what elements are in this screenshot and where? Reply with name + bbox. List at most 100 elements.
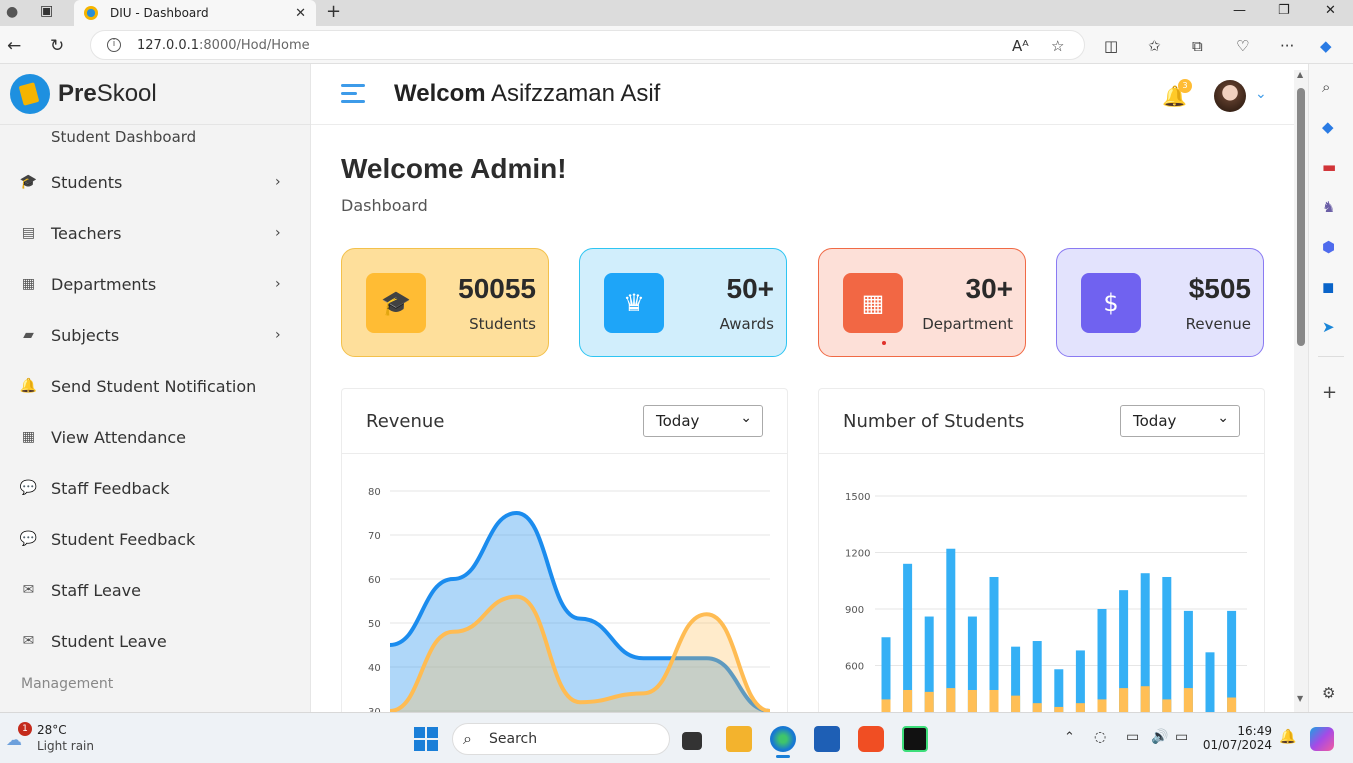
graduate-icon: 🎓 [366, 273, 426, 333]
microsoft-365-icon[interactable]: ⬢ [1322, 238, 1335, 256]
chevron-right-icon: › [275, 174, 281, 190]
sidebar-item-label: Student Feedback [51, 529, 196, 549]
sidebar-item-view-attendance[interactable]: ▦ View Attendance [0, 417, 311, 457]
sidebar-item-student-dashboard[interactable]: Student Dashboard [51, 128, 196, 146]
sidebar-item-label: Staff Feedback [51, 478, 170, 498]
clock[interactable]: 16:49 01/07/2024 [1200, 724, 1272, 752]
favorite-star-icon[interactable]: ☆ [1051, 37, 1064, 55]
sidebar-item-staff-feedback[interactable]: 💬 Staff Feedback [0, 468, 311, 508]
url-path: :8000/Hod/Home [199, 37, 310, 53]
time: 16:49 [1237, 724, 1272, 738]
stat-card-revenue[interactable]: $ $505 Revenue [1056, 248, 1264, 357]
students-chart: 600 900 1200 1500 [845, 492, 1247, 719]
back-icon[interactable]: ← [7, 36, 21, 56]
comments-icon: 💬 [19, 531, 38, 547]
sidebar-item-label: Students [51, 172, 123, 192]
scrollbar-thumb[interactable] [1297, 88, 1305, 346]
y-tick-label: 50 [368, 619, 381, 630]
stat-label: Awards [719, 315, 774, 333]
sidebar-item-label: Staff Leave [51, 580, 141, 600]
refresh-icon[interactable]: ↻ [50, 36, 64, 56]
y-tick-label: 60 [368, 575, 381, 586]
active-app-indicator [776, 755, 790, 758]
site-info-icon[interactable]: i [107, 38, 121, 52]
logo[interactable]: PreSkool [10, 74, 157, 114]
y-tick-label: 600 [845, 662, 864, 673]
minimize-icon[interactable]: — [1233, 3, 1246, 18]
outlook-icon[interactable]: ◼ [1322, 278, 1334, 296]
comments-icon: 💬 [19, 480, 38, 496]
sidebar-item-send-student-notification[interactable]: 🔔 Send Student Notification [0, 366, 311, 406]
pycharm-icon[interactable] [902, 726, 928, 752]
file-explorer-icon[interactable] [726, 726, 752, 752]
sidebar-item-label: Teachers [51, 223, 122, 243]
volume-icon[interactable]: 🔊 [1151, 729, 1168, 745]
scroll-down-icon[interactable]: ▼ [1297, 694, 1303, 703]
chevron-down-icon[interactable]: ⌄ [1255, 86, 1267, 102]
split-screen-icon[interactable]: ◫ [1104, 37, 1118, 55]
invoice-icon: $ [1081, 273, 1141, 333]
section-label-management: Management [21, 676, 114, 692]
book-reader-icon: ▰ [23, 327, 34, 343]
weather-badge: 1 [18, 722, 32, 736]
stat-value: 30+ [965, 273, 1014, 304]
bell-icon: 🔔 [19, 378, 38, 394]
hamburger-menu-icon[interactable] [341, 84, 365, 108]
search-icon[interactable]: ⌕ [1322, 78, 1330, 96]
logo-text-bold: Pre [58, 80, 97, 107]
shopping-tag-icon[interactable]: ◆ [1322, 118, 1334, 136]
battery-icon[interactable]: ▭ [1175, 729, 1188, 745]
welcome-text: Welcom [394, 80, 486, 107]
sidebar-item-students[interactable]: 🎓 Students › [0, 162, 311, 202]
network-icon[interactable]: ◌ [1094, 729, 1106, 745]
taskbar-search[interactable]: ⌕ Search [452, 723, 670, 755]
tools-icon[interactable]: ▬ [1322, 158, 1336, 176]
stat-card-awards[interactable]: ♛ 50+ Awards [579, 248, 787, 357]
brave-browser-icon[interactable] [858, 726, 884, 752]
more-menu-icon[interactable]: ··· [1280, 37, 1294, 55]
collections-icon[interactable]: ⧉ [1192, 37, 1203, 55]
building-icon: ▦ [21, 276, 36, 292]
revenue-chart: 304050607080 [368, 487, 771, 719]
browser-essentials-icon[interactable]: ♡ [1236, 37, 1249, 55]
stat-card-students[interactable]: 🎓 50055 Students [341, 248, 549, 357]
stat-card-department[interactable]: ▦ 30+ Department [818, 248, 1026, 357]
task-view-icon[interactable] [682, 732, 702, 750]
maximize-icon[interactable]: ❐ [1278, 3, 1290, 18]
edge-browser-icon[interactable] [770, 726, 796, 752]
avatar[interactable] [1214, 80, 1246, 112]
tab-actions-icon[interactable]: ▣ [40, 3, 53, 19]
sidebar-item-subjects[interactable]: ▰ Subjects › [0, 315, 311, 355]
windows-start-icon[interactable] [414, 727, 438, 751]
tab-dashboard[interactable]: DIU - Dashboard ✕ [74, 0, 316, 26]
drop-icon[interactable]: ➤ [1322, 318, 1335, 336]
chalkboard-teacher-icon: ▤ [21, 225, 36, 241]
close-tab-icon[interactable]: ✕ [295, 6, 306, 21]
copilot-pre-icon[interactable] [1310, 727, 1334, 751]
sidebar-item-teachers[interactable]: ▤ Teachers › [0, 213, 311, 253]
favorites-icon[interactable]: ✩ [1148, 37, 1161, 55]
chevron-up-icon[interactable]: ⌃ [1064, 730, 1075, 745]
copilot-icon[interactable]: ◆ [1320, 37, 1332, 55]
search-icon: ⌕ [463, 729, 472, 748]
scroll-up-icon[interactable]: ▲ [1297, 70, 1303, 79]
sidebar-item-staff-leave[interactable]: ✉ Staff Leave [0, 570, 311, 610]
sidebar-item-label: View Attendance [51, 427, 186, 447]
profile-icon[interactable]: ● [6, 4, 18, 20]
url-bar[interactable]: i 127.0.0.1:8000/Hod/Home [90, 30, 1085, 60]
microsoft-store-icon[interactable] [814, 726, 840, 752]
notifications-icon[interactable]: 🔔 [1279, 729, 1296, 745]
sidebar-item-student-leave[interactable]: ✉ Student Leave [0, 621, 311, 661]
read-aloud-icon[interactable]: Aᴬ [1012, 37, 1029, 55]
close-window-icon[interactable]: ✕ [1325, 3, 1336, 18]
add-icon[interactable]: + [1322, 382, 1337, 403]
display-icon[interactable]: ▭ [1126, 729, 1139, 745]
games-icon[interactable]: ♞ [1322, 198, 1335, 216]
sidebar-item-student-feedback[interactable]: 💬 Student Feedback [0, 519, 311, 559]
y-tick-label: 1200 [845, 549, 870, 560]
new-tab-icon[interactable]: + [326, 1, 341, 22]
chevron-right-icon: › [275, 327, 281, 343]
sidebar-item-departments[interactable]: ▦ Departments › [0, 264, 311, 304]
settings-gear-icon[interactable]: ⚙ [1322, 684, 1335, 702]
favicon-icon [84, 6, 98, 20]
